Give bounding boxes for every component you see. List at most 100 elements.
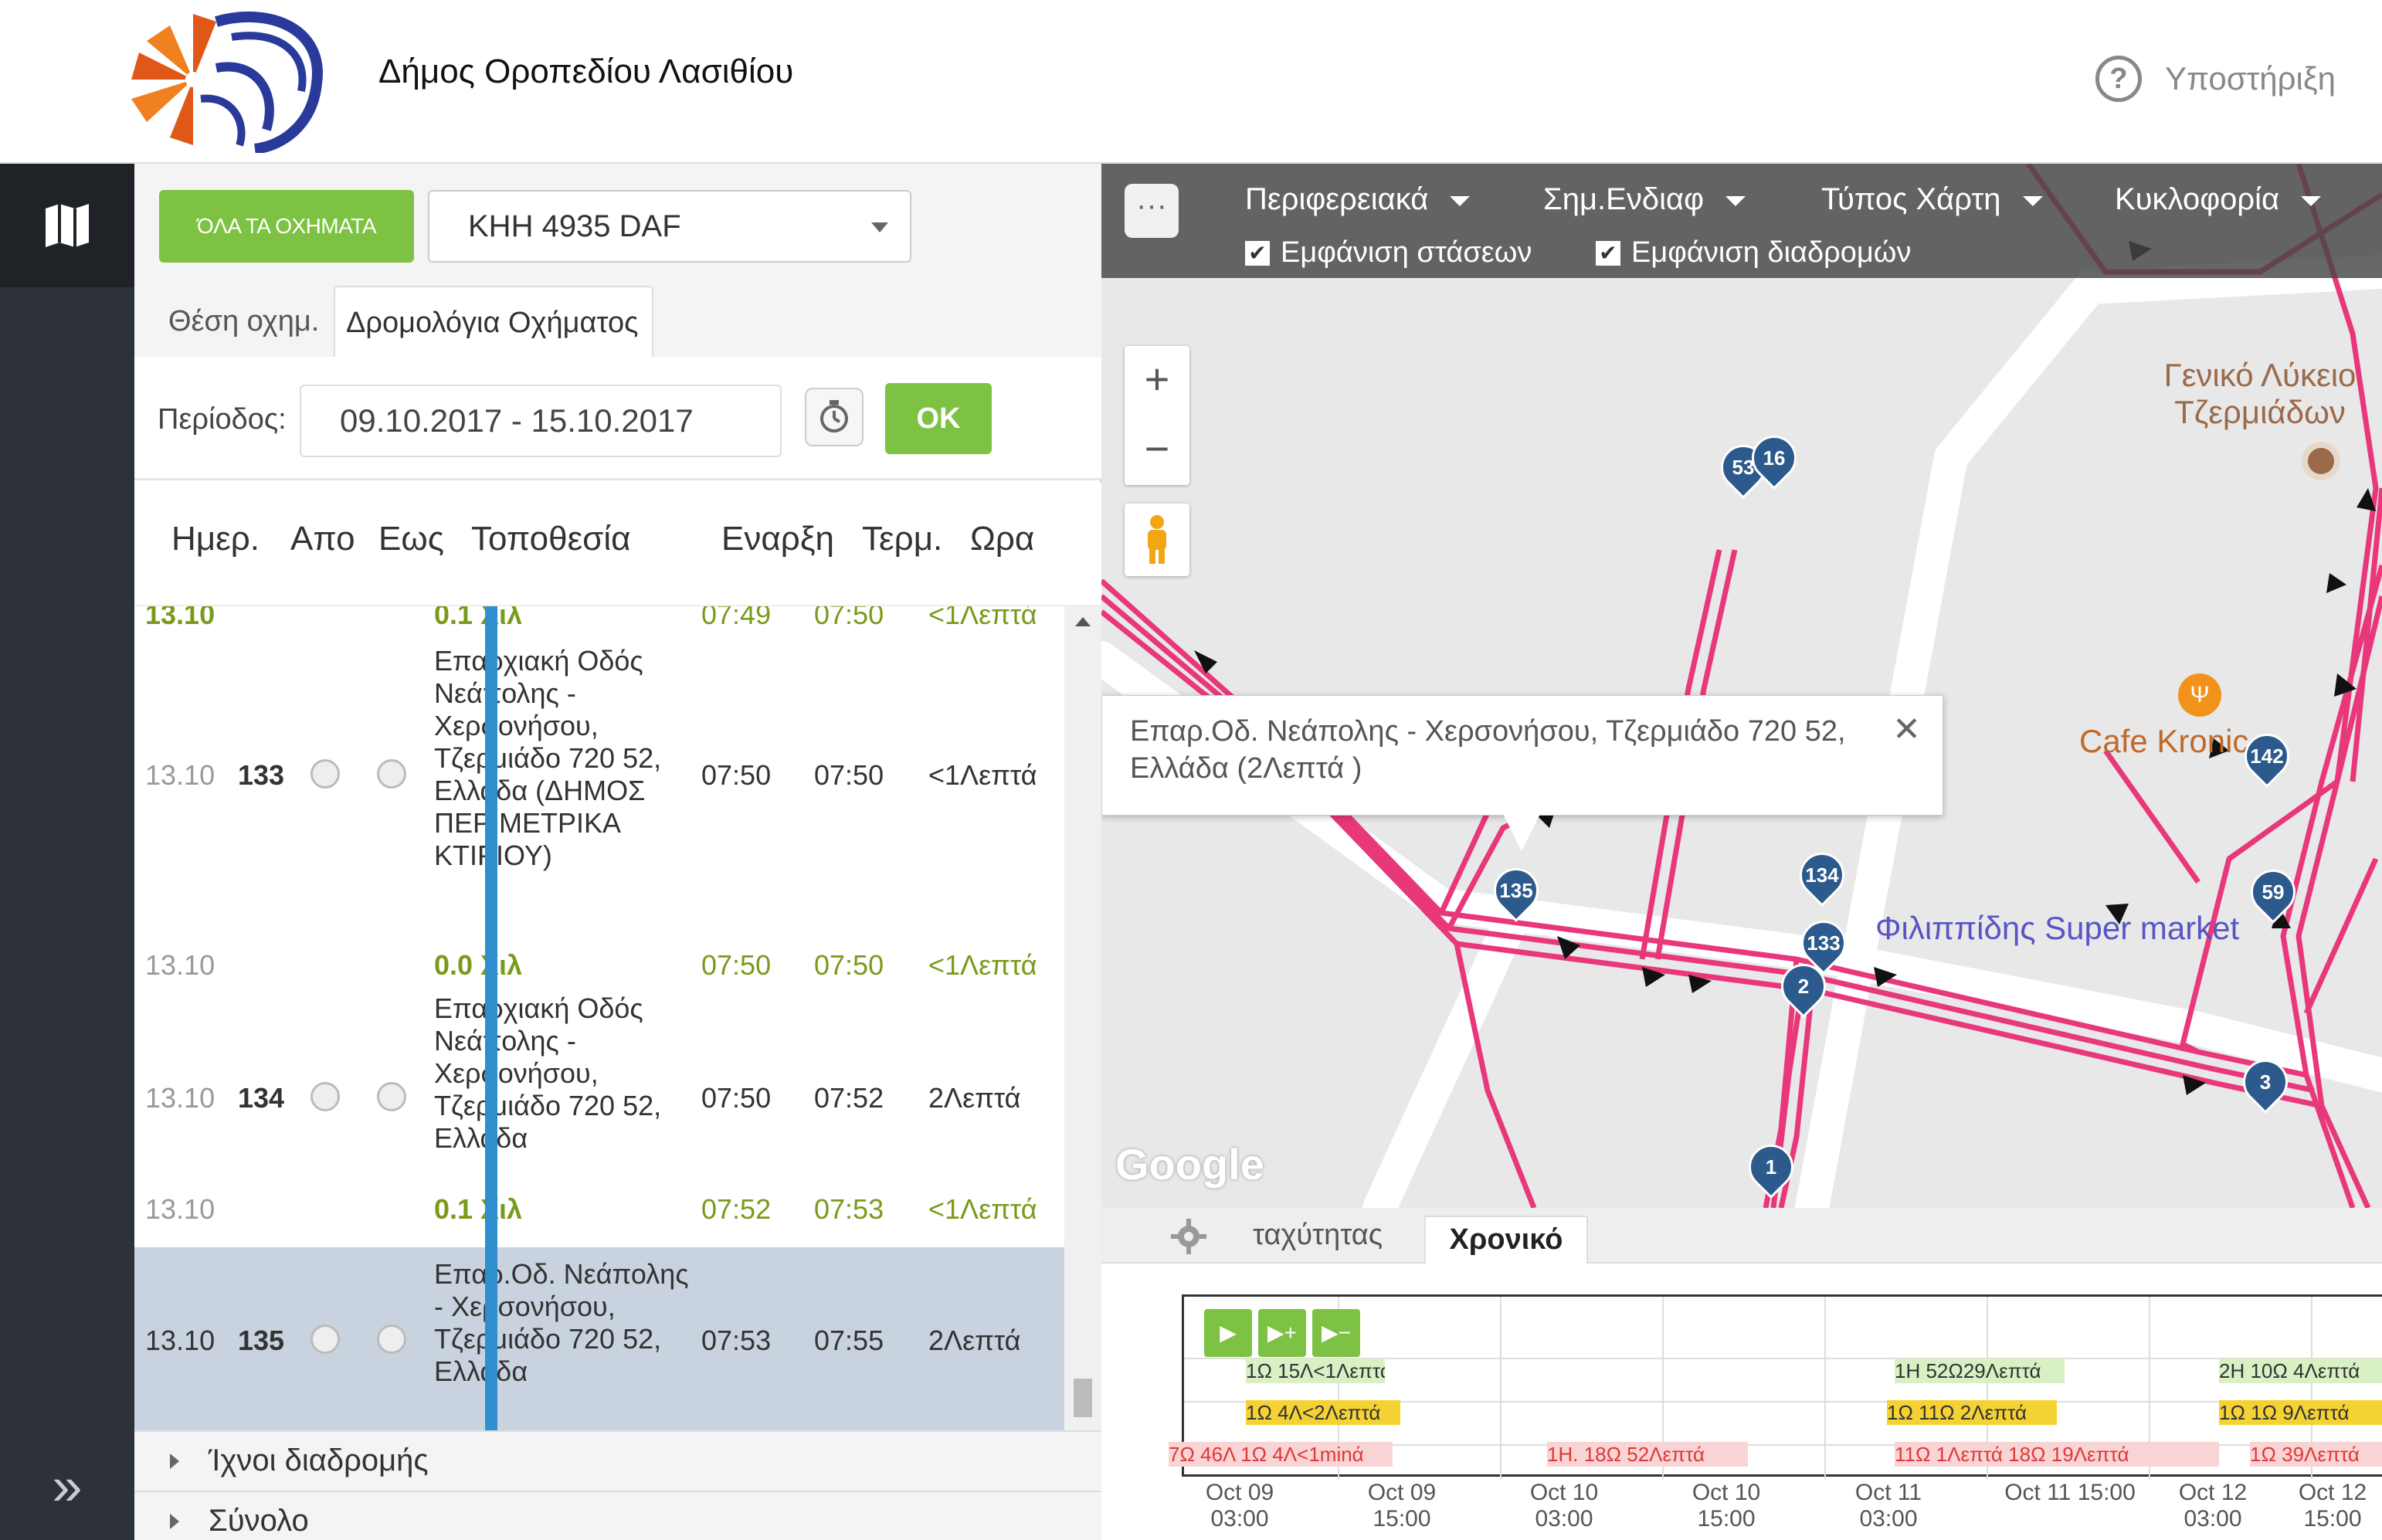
poi-school-label[interactable]: Γενικό Λύκειο Τζερμιάδων (2121, 357, 2382, 431)
zoom-out-button[interactable]: − (1125, 416, 1189, 485)
gear-icon[interactable] (1169, 1217, 1208, 1256)
map-view[interactable]: ··· Περιφερειακά Σημ.Ενδιαφ Τύπος Χάρτη … (1101, 164, 2382, 1208)
timeline-segment-red[interactable]: 1Η. 18Ω 52Λεπτά (1547, 1442, 1748, 1467)
accordion-label: Ίχνοι διαδρομής (209, 1443, 429, 1477)
row-location: Επαρχιακή Οδός Νεάπολης - Χερσονήσου, Τζ… (434, 645, 662, 871)
menu-map-type[interactable]: Τύπος Χάρτη (1821, 182, 2043, 217)
from-radio[interactable] (310, 1082, 340, 1111)
period-label: Περίοδος: (158, 403, 287, 436)
scroll-thumb[interactable] (1074, 1379, 1092, 1417)
support-link[interactable]: ? Υποστήριξη (2095, 56, 2336, 102)
table-scrollbar[interactable] (1064, 606, 1101, 1540)
accordion-total[interactable]: Σύνολο (134, 1491, 1101, 1540)
left-rail: » (0, 164, 134, 1540)
clock-button[interactable] (805, 388, 864, 446)
timeline-segment-green[interactable]: 1Ω 15Λ<1Λεπτά (1246, 1359, 1385, 1383)
ok-button[interactable]: OK (885, 383, 992, 454)
zoom-control: + − (1125, 346, 1189, 485)
play-slower-button[interactable]: ▶− (1312, 1309, 1360, 1357)
to-radio[interactable] (377, 1325, 406, 1354)
timeline-segment-green[interactable]: 2Η 10Ω 4Λεπτά (2219, 1359, 2382, 1383)
expand-rail-button[interactable]: » (0, 1455, 134, 1517)
menu-label: Κυκλοφορία (2115, 182, 2280, 216)
col-to[interactable]: Εως (378, 520, 444, 558)
more-options-button[interactable]: ··· (1125, 184, 1179, 238)
to-radio[interactable] (377, 1082, 406, 1111)
timeline-segment-yellow[interactable]: 1Ω 11Ω 2Λεπτά (1887, 1400, 2057, 1425)
menu-traffic[interactable]: Κυκλοφορία (2115, 182, 2322, 217)
row-stop-id: 135 (238, 1325, 285, 1356)
table-header: Ημερ. Απο Εως Τοποθεσία Εναρξη Τερμ. Ωρα (134, 483, 1101, 606)
marker-label: 2 (1797, 975, 1810, 998)
timeline-segment-red[interactable]: 11Ω 1Λεπτά 18Ω 19Λεπτά (1895, 1442, 2219, 1467)
tick-label: Oct 10 03:00 (1529, 1480, 1599, 1532)
from-radio[interactable] (310, 1325, 340, 1354)
timeline-tabs: ταχύτητας Χρονικό (1101, 1208, 2382, 1264)
col-start[interactable]: Εναρξη (721, 520, 834, 558)
row-date: 13.10 (145, 759, 215, 791)
stop-info-popup: Επαρ.Οδ. Νεάπολης - Χερσονήσου, Τζερμιάδ… (1101, 695, 1943, 816)
poi-cafe-label[interactable]: Cafe Kronic (2079, 723, 2248, 760)
tick-label: Oct 09 15:00 (1367, 1480, 1437, 1532)
chevron-down-icon (1450, 195, 1471, 206)
table-row[interactable]: 13.10 0.1 Χιλ 07:49 07:50 <1Λεπτά (134, 606, 1064, 637)
table-row[interactable]: 13.10 134 Επαρχιακή Οδός Νεάπολης - Χερσ… (134, 992, 1064, 1178)
vehicle-select[interactable]: ΚΗΗ 4935 DAF (428, 190, 911, 263)
menu-label: Σημ.Ενδιαφ (1543, 182, 1705, 216)
row-distance: 0.1 Χιλ (434, 1193, 523, 1225)
menu-peripheral[interactable]: Περιφερειακά (1245, 182, 1471, 217)
all-vehicles-button[interactable]: ΌΛΑ ΤΑ ΟΧΗΜΑΤΑ (159, 190, 414, 263)
col-from[interactable]: Απο (290, 520, 355, 558)
row-date: 13.10 (145, 606, 215, 630)
to-radio[interactable] (377, 759, 406, 789)
tab-vehicle-routes[interactable]: Δρομολόγια Οχήματος (334, 286, 653, 357)
school-icon[interactable] (2302, 442, 2340, 480)
support-label: Υποστήριξη (2164, 60, 2336, 97)
col-duration[interactable]: Ωρα (970, 520, 1034, 558)
timeline-chart[interactable]: ▶ ▶+ ▶− 1Ω 15Λ<1Λεπτά 1Ω 4Λ<2Λεπτά 7Ω 46… (1169, 1294, 2382, 1479)
restaurant-icon[interactable]: Ψ (2178, 673, 2221, 717)
tab-vehicle-position[interactable]: Θέση οχημ. (168, 286, 319, 357)
timeline-segment-green[interactable]: 1Η 52Ω29Λεπτά (1895, 1359, 2065, 1383)
poi-market-label[interactable]: Φιλιππίδης Super market (1875, 910, 2239, 947)
row-start: 07:50 (701, 949, 772, 981)
accordion-route-traces[interactable]: Ίχνοι διαδρομής (134, 1430, 1101, 1491)
show-routes-checkbox[interactable]: ✔ Εμφάνιση διαδρομών (1596, 236, 1911, 270)
table-row[interactable]: 13.10 0.1 Χιλ 07:52 07:53 <1Λεπτά (134, 1178, 1064, 1247)
col-location[interactable]: Τοποθεσία (471, 520, 631, 558)
table-row[interactable]: 13.10 133 Επαρχιακή Οδός Νεάπολης - Χερσ… (134, 645, 1064, 923)
close-icon[interactable]: ✕ (1892, 711, 1921, 748)
row-start: 07:50 (701, 1082, 772, 1114)
tab-speed[interactable]: ταχύτητας (1253, 1219, 1383, 1252)
timeline-panel: ταχύτητας Χρονικό ▶ ▶+ ▶− 1Ω 15Λ<1Λεπτά … (1101, 1208, 2382, 1540)
table-row-selected[interactable]: 13.10 135 Επαρ.Οδ. Νεάπολης - Χερσονήσου… (134, 1247, 1064, 1433)
show-stops-checkbox[interactable]: ✔ Εμφάνιση στάσεων (1245, 236, 1532, 270)
row-end: 07:53 (814, 1193, 884, 1225)
zoom-in-button[interactable]: + (1125, 346, 1189, 416)
menu-poi[interactable]: Σημ.Ενδιαφ (1543, 182, 1746, 217)
tick-label: Oct 12 03:00 (2178, 1480, 2248, 1532)
municipality-name: Δήμος Οροπεδίου Λασιθίου (378, 53, 794, 90)
row-duration: <1Λεπτά (928, 1193, 1037, 1225)
timeline-segment-yellow[interactable]: 1Ω 4Λ<2Λεπτά (1246, 1400, 1400, 1425)
tab-timeline[interactable]: Χρονικό (1424, 1216, 1588, 1264)
map-nav-button[interactable] (0, 164, 134, 287)
popup-pointer (1503, 814, 1540, 851)
street-view-button[interactable] (1125, 504, 1189, 576)
marker-label: 3 (2259, 1070, 2272, 1094)
col-end[interactable]: Τερμ. (862, 520, 942, 558)
marker-label: 59 (2262, 880, 2285, 904)
timeline-segment-red[interactable]: 1Ω 39Λεπτά (2250, 1442, 2382, 1467)
check-icon: ✔ (1245, 240, 1270, 266)
timeline-segment-yellow[interactable]: 1Ω 1Ω 9Λεπτά (2219, 1400, 2382, 1425)
routes-panel: ΌΛΑ ΤΑ ΟΧΗΜΑΤΑ ΚΗΗ 4935 DAF Θέση οχημ. Δ… (134, 164, 1101, 1540)
play-button[interactable]: ▶ (1204, 1309, 1252, 1357)
play-faster-button[interactable]: ▶+ (1258, 1309, 1306, 1357)
timeline-segment-red[interactable]: 7Ω 46Λ 1Ω 4Λ<1minά (1169, 1442, 1393, 1467)
period-input[interactable]: 09.10.2017 - 15.10.2017 (300, 385, 782, 457)
tick-label: Oct 12 15:00 (2298, 1480, 2367, 1532)
row-start: 07:49 (701, 606, 772, 630)
from-radio[interactable] (310, 759, 340, 789)
scroll-up-icon[interactable] (1075, 617, 1091, 626)
col-date[interactable]: Ημερ. (171, 520, 260, 558)
